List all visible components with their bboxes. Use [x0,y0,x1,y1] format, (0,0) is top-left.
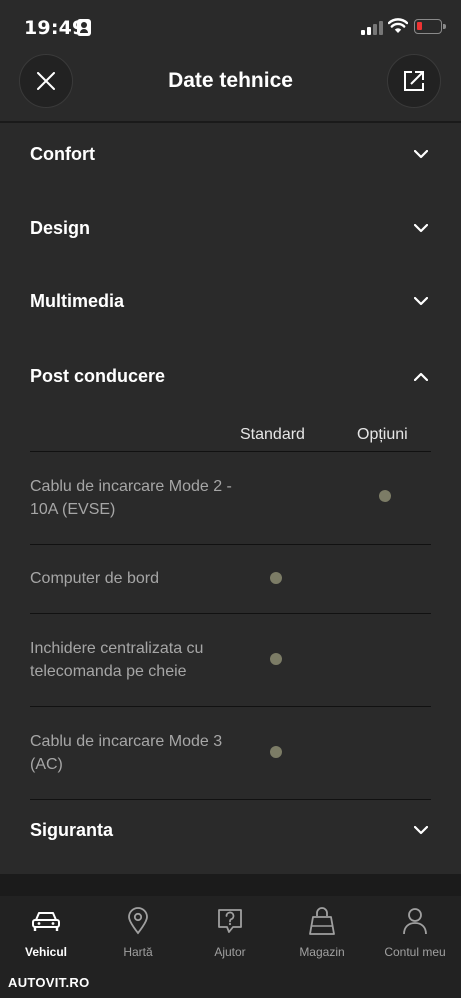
shopping-bag-icon [309,907,335,935]
battery-icon [414,19,446,34]
tab-label: Ajutor [214,945,246,959]
section-design[interactable]: Design [30,208,430,248]
share-button[interactable] [387,54,441,108]
tab-harta[interactable]: Hartă [92,906,184,966]
chevron-down-icon [412,145,430,163]
tab-vehicul[interactable]: Vehicul [0,906,92,966]
content-bottom-separator [0,874,461,896]
tab-magazin[interactable]: Magazin [276,906,368,966]
person-icon [77,19,91,36]
chevron-down-icon [412,219,430,237]
tab-ajutor[interactable]: Ajutor [184,906,276,966]
section-multimedia[interactable]: Multimedia [30,281,430,321]
row-label: Cablu de incarcare Mode 3 (AC) [30,733,223,773]
table-row: Cablu de incarcare Mode 2 - 10A (EVSE) [30,452,431,545]
column-options: Opțiuni [357,426,408,443]
watermark-logo: AUTOVIT.RO [8,975,90,990]
section-title: Confort [30,143,95,164]
tab-label: Hartă [123,945,153,959]
status-bar: 19:49 [0,0,461,52]
chevron-up-icon [412,367,430,385]
option-dot [379,490,391,502]
chevron-down-icon [412,292,430,310]
standard-dot [270,653,282,665]
section-siguranta[interactable]: Siguranta [30,810,430,850]
help-icon [218,909,242,933]
tab-label: Magazin [299,945,345,959]
header: Date tehnice [0,52,461,122]
section-title: Design [30,217,91,238]
section-title: Siguranta [30,819,114,840]
user-icon [403,908,427,935]
wifi-icon [388,18,408,33]
row-label: Cablu de incarcare Mode 2 - 10A (EVSE) [30,478,232,518]
section-title: Multimedia [30,290,125,311]
section-post-conducere[interactable]: Post conducere [30,356,430,396]
table-row: Computer de bord [30,545,431,614]
section-title: Post conducere [30,365,166,386]
tab-label: Vehicul [24,945,68,959]
table-row: Cablu de incarcare Mode 3 (AC) [30,707,431,800]
signal-icon [361,20,383,35]
features-table-header: Standard Opțiuni [30,424,431,452]
header-divider [0,121,461,123]
external-link-icon [404,71,424,91]
section-confort[interactable]: Confort [30,134,430,174]
column-standard: Standard [240,426,305,443]
row-label: Computer de bord [30,570,159,587]
map-pin-icon [128,907,148,935]
standard-dot [270,746,282,758]
standard-dot [270,572,282,584]
tab-contul-meu[interactable]: Contul meu [369,906,461,966]
chevron-down-icon [412,821,430,839]
row-label: Inchidere centralizata cu telecomanda pe… [30,640,204,680]
tab-label: Contul meu [384,945,446,959]
car-icon [32,912,60,931]
table-row: Inchidere centralizata cu telecomanda pe… [30,614,431,707]
